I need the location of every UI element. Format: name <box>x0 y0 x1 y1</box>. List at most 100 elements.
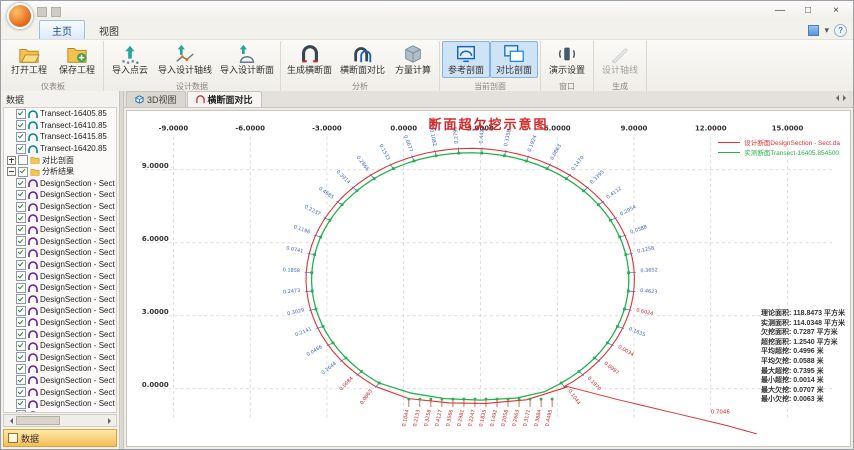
tree-horizontal-scrollbar[interactable] <box>3 414 117 427</box>
scroll-right-icon[interactable] <box>105 415 116 426</box>
tree-checkbox[interactable] <box>16 387 26 397</box>
tree-checkbox[interactable] <box>16 178 26 188</box>
tree-item-designsection[interactable]: DesignSection - Sect <box>4 328 116 340</box>
tree-item-transect[interactable]: Transect-16420.85 <box>4 143 116 155</box>
tree-checkbox[interactable] <box>16 109 26 119</box>
tree-checkbox[interactable] <box>16 364 26 374</box>
tree-item-designsection[interactable]: DesignSection - Sect <box>4 224 116 236</box>
section-icon <box>28 306 38 316</box>
tree-item-transect[interactable]: Transect-16405.85 <box>4 108 116 120</box>
tree-checkbox[interactable] <box>16 283 26 293</box>
tree-checkbox[interactable] <box>16 352 26 362</box>
svg-text:0.1970: 0.1970 <box>586 376 602 393</box>
scrollbar-thumb[interactable] <box>16 416 60 425</box>
ribbon-button-import-section[interactable]: 导入设计断面 <box>216 41 278 78</box>
tree-folder-results[interactable]: 分析结果 <box>4 166 116 178</box>
ribbon-button-reference-section[interactable]: 参考剖面 <box>442 41 490 78</box>
tree-item-designsection[interactable]: DesignSection - Sect <box>4 363 116 375</box>
tree-folder-compare[interactable]: 对比剖面 <box>4 154 116 166</box>
tree-checkbox[interactable] <box>16 271 26 281</box>
tree-item-designsection[interactable]: DesignSection - Sect <box>4 259 116 271</box>
data-dock-tab[interactable]: 数据 <box>3 429 117 447</box>
ribbon-group-4: 演示设置窗口 <box>541 41 594 92</box>
tree-item-transect[interactable]: Transect-16415.85 <box>4 131 116 143</box>
tree-checkbox[interactable] <box>16 132 26 142</box>
tree-item-designsection[interactable]: DesignSection - Sect <box>4 282 116 294</box>
ribbon-button-label: 对比剖面 <box>496 65 532 76</box>
tree-item-designsection[interactable]: DesignSection - Sect <box>4 189 116 201</box>
ribbon-button-compare-section[interactable]: 对比剖面 <box>490 41 538 78</box>
section-icon <box>28 271 38 281</box>
tree-item-designsection[interactable]: DesignSection - Sect <box>4 236 116 248</box>
tree-item-transect[interactable]: Transect-16410.85 <box>4 120 116 132</box>
tree-item-designsection[interactable]: DesignSection - Sect <box>4 386 116 398</box>
minimize-button[interactable]: — <box>766 2 794 19</box>
ribbon-button-open-project[interactable]: 打开工程 <box>5 41 53 78</box>
ribbon-button-import-pointcloud[interactable]: 导入点云 <box>106 41 154 78</box>
tree-checkbox[interactable] <box>16 213 26 223</box>
quick-access-toolbar <box>37 7 61 17</box>
app-logo-icon[interactable] <box>7 3 33 29</box>
tab-scroll-left-icon[interactable] <box>833 95 839 101</box>
tree-item-designsection[interactable]: DesignSection - Sect <box>4 340 116 352</box>
tree-item-designsection[interactable]: DesignSection - Sect <box>4 294 116 306</box>
maximize-button[interactable]: □ <box>794 2 822 19</box>
tree-checkbox[interactable] <box>16 306 26 316</box>
tree-checkbox[interactable] <box>16 236 26 246</box>
section-icon <box>28 260 38 270</box>
ribbon-button-generate-cross-section[interactable]: 生成横断面 <box>283 41 336 78</box>
stat-line: 最大超挖: 0.7395 米 <box>761 367 845 377</box>
tab-scroll-right-icon[interactable] <box>843 95 849 101</box>
quick-access-icon-1[interactable] <box>37 7 47 17</box>
folder-icon <box>30 155 40 165</box>
tab-section-compare[interactable]: 横断面对比 <box>187 91 262 107</box>
tree-checkbox[interactable] <box>16 399 26 409</box>
tree-item-designsection[interactable]: DesignSection - Sect <box>4 270 116 282</box>
expand-icon[interactable] <box>7 156 16 165</box>
ribbon-button-import-axis[interactable]: 导入设计轴线 <box>154 41 216 78</box>
tree-checkbox[interactable] <box>16 202 26 212</box>
ribbon-button-design-axis[interactable]: 设计轴线 <box>596 41 644 78</box>
tree-checkbox[interactable] <box>16 225 26 235</box>
tree-item-designsection[interactable]: DesignSection - Sect <box>4 201 116 213</box>
tree-checkbox[interactable] <box>16 375 26 385</box>
tree-checkbox[interactable] <box>16 120 26 130</box>
close-button[interactable]: × <box>822 2 850 19</box>
tree-checkbox[interactable] <box>18 167 28 177</box>
tree-item-designsection[interactable]: DesignSection - Sect <box>4 409 116 413</box>
tree-item-label: DesignSection - Sect <box>40 214 115 223</box>
tree-item-designsection[interactable]: DesignSection - Sect <box>4 212 116 224</box>
tree-checkbox[interactable] <box>16 248 26 258</box>
tree-item-designsection[interactable]: DesignSection - Sect <box>4 317 116 329</box>
tree-checkbox[interactable] <box>16 410 26 413</box>
ribbon-button-demo-settings[interactable]: 演示设置 <box>543 41 591 78</box>
scroll-left-icon[interactable] <box>4 415 15 426</box>
tree-item-designsection[interactable]: DesignSection - Sect <box>4 178 116 190</box>
tree-item-designsection[interactable]: DesignSection - Sect <box>4 375 116 387</box>
tree-checkbox[interactable] <box>18 155 28 165</box>
legend-label: 设计断面DesignSection - Sect.da <box>744 137 840 147</box>
tree-checkbox[interactable] <box>16 260 26 270</box>
tree-checkbox[interactable] <box>16 294 26 304</box>
style-dropdown-caret-icon[interactable]: ▾ <box>824 25 829 36</box>
quick-access-icon-2[interactable] <box>51 7 61 17</box>
style-gallery-icon[interactable] <box>808 25 819 36</box>
ribbon-button-compare-cross-section[interactable]: 横断面对比 <box>336 41 389 78</box>
tab-3d-view[interactable]: 3D视图 <box>126 91 186 107</box>
ribbon-button-volume-calc[interactable]: 方量计算 <box>389 41 437 78</box>
tree-checkbox[interactable] <box>16 329 26 339</box>
tree-item-designsection[interactable]: DesignSection - Sect <box>4 305 116 317</box>
tree-item-designsection[interactable]: DesignSection - Sect <box>4 398 116 410</box>
tree-item-designsection[interactable]: DesignSection - Sect <box>4 247 116 259</box>
ribbon-tab-view[interactable]: 视图 <box>87 21 131 39</box>
tree-checkbox[interactable] <box>16 317 26 327</box>
help-icon[interactable]: ? <box>834 24 847 37</box>
data-tree: Transect-16405.85Transect-16410.85Transe… <box>3 107 117 413</box>
collapse-icon[interactable] <box>7 167 16 176</box>
tree-checkbox[interactable] <box>16 144 26 154</box>
tree-checkbox[interactable] <box>16 190 26 200</box>
tree-checkbox[interactable] <box>16 341 26 351</box>
ribbon-button-save-project[interactable]: 保存工程 <box>53 41 101 78</box>
tree-item-designsection[interactable]: DesignSection - Sect <box>4 351 116 363</box>
ribbon-tab-home[interactable]: 主页 <box>39 20 85 39</box>
